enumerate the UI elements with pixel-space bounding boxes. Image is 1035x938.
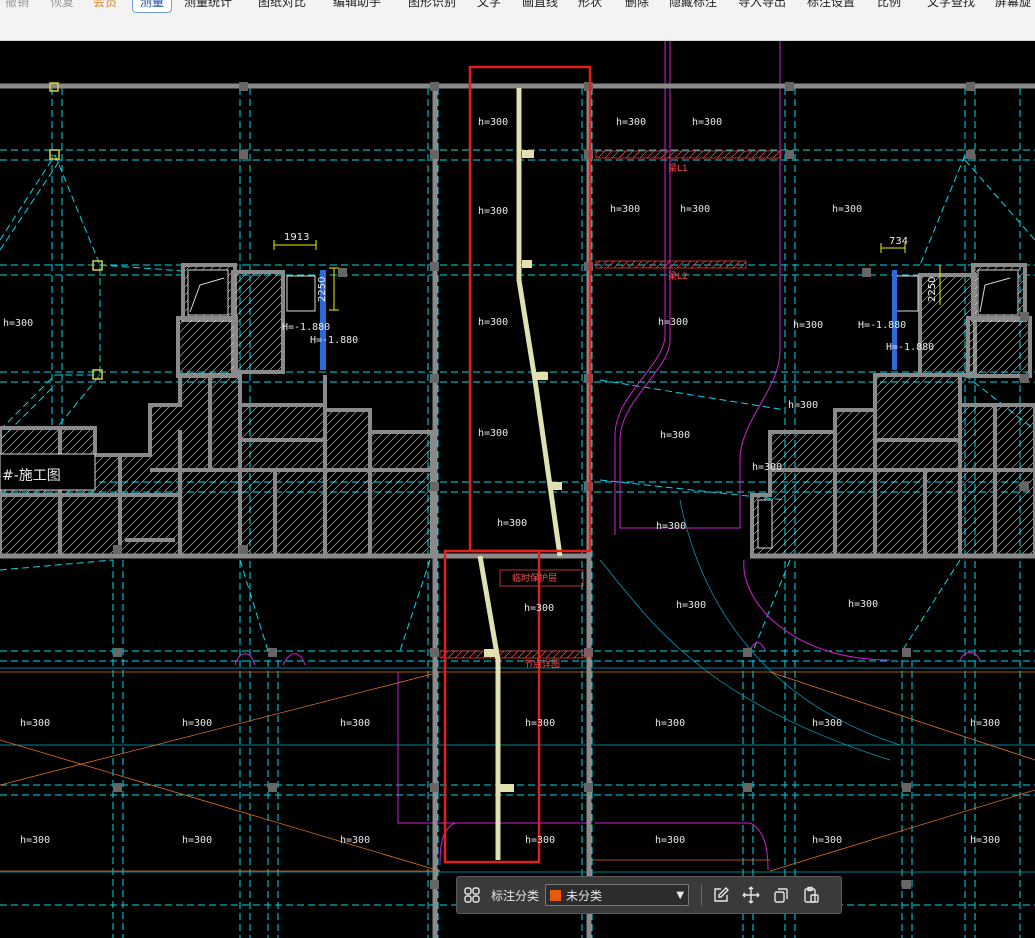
toolbar-item-5[interactable]: 图纸对比 — [258, 0, 306, 12]
toolbar-item-2[interactable]: 会员 — [93, 0, 117, 12]
room-label: h=300 — [182, 718, 212, 729]
room-label: h=300 — [660, 430, 690, 441]
room-label: h=300 — [478, 117, 508, 128]
orange-guide-lines — [0, 671, 1035, 872]
room-label: h=300 — [525, 835, 555, 846]
room-label: h=300 — [970, 835, 1000, 846]
grid-icon[interactable] — [457, 880, 487, 910]
room-label: h=300 — [616, 117, 646, 128]
sloped-boundary-line — [477, 88, 563, 860]
toolbar-item-12[interactable]: 隐藏标注 — [669, 0, 717, 12]
room-label: h=300 — [793, 320, 823, 331]
highlight-box-lower[interactable] — [443, 549, 541, 864]
room-label: h=300 — [692, 117, 722, 128]
toolbar-item-14[interactable]: 标注设置 — [807, 0, 855, 12]
elevation-left-1: H=-1.880 — [282, 322, 330, 333]
toolbar-item-3[interactable]: 测量 — [132, 0, 173, 13]
room-label: h=300 — [832, 204, 862, 215]
elevation-left-2: H=-1.880 — [310, 335, 358, 346]
room-label: h=300 — [658, 317, 688, 328]
room-label: h=300 — [655, 835, 685, 846]
category-select-value: 未分类 — [566, 888, 603, 903]
room-label: h=300 — [676, 600, 706, 611]
room-label: h=300 — [812, 835, 842, 846]
toolbar-item-4[interactable]: 测量统计 — [184, 0, 232, 12]
toolbar-item-8[interactable]: 文字 — [477, 0, 501, 12]
room-label: h=300 — [182, 835, 212, 846]
room-label: h=300 — [656, 521, 686, 532]
toolbar-item-9[interactable]: 画直线 — [522, 0, 558, 12]
elevation-right-2: H=-1.880 — [886, 342, 934, 353]
elevation-right-1: H=-1.880 — [858, 320, 906, 331]
highlight-box-upper[interactable] — [468, 65, 592, 553]
dim-1913: 1913 — [284, 232, 309, 243]
room-label: h=300 — [970, 718, 1000, 729]
top-toolbar: 撤销 恢复 会员 测量 测量统计 图纸对比 编辑助手 图形识别 文字 画直线 形状 删除 隐藏标注 导入导… — [0, 0, 1035, 41]
toolbar-item-7[interactable]: 图形识别 — [408, 0, 456, 12]
dim-734: 734 — [889, 236, 908, 247]
toolbar-item-16[interactable]: 文字查找 — [927, 0, 975, 12]
room-label: h=300 — [610, 204, 640, 215]
room-label: h=300 — [680, 204, 710, 215]
copy-icon[interactable] — [766, 880, 796, 910]
left-building-block — [0, 263, 434, 558]
yellow-column-markers — [49, 82, 103, 380]
room-label: h=300 — [788, 400, 818, 411]
move-icon[interactable] — [736, 880, 766, 910]
room-label: h=300 — [525, 718, 555, 729]
room-label: h=300 — [478, 206, 508, 217]
edit-icon[interactable] — [706, 880, 736, 910]
toolbar-item-6[interactable]: 编辑助手 — [333, 0, 381, 12]
toolbar-item-15[interactable]: 比例 — [877, 0, 901, 12]
beam-strips — [439, 150, 782, 659]
room-label: h=300 — [340, 718, 370, 729]
toolbar-item-17[interactable]: 屏幕旋 — [995, 0, 1031, 12]
room-label: h=300 — [497, 518, 527, 529]
category-select[interactable]: 未分类 ▼ — [545, 884, 690, 906]
room-label: h=300 — [340, 835, 370, 846]
beam-tag-2: 梁L2 — [668, 270, 688, 282]
room-label: h=300 — [848, 599, 878, 610]
chevron-down-icon: ▼ — [676, 889, 685, 901]
toolbar-item-1[interactable]: 恢复 — [50, 0, 74, 12]
note-2: 节点详图 — [524, 658, 560, 670]
room-label: h=300 — [812, 718, 842, 729]
toolbar-item-13[interactable]: 导入导出 — [738, 0, 786, 12]
room-label: h=300 — [478, 317, 508, 328]
paste-icon[interactable] — [796, 880, 826, 910]
category-label: 标注分类 — [491, 888, 540, 903]
room-label: h=300 — [478, 428, 508, 439]
room-label: h=300 — [752, 462, 782, 473]
room-label: h=300 — [655, 718, 685, 729]
dim-2250-left: 2250 — [317, 277, 328, 302]
cad-drawing-canvas[interactable]: h=300 h=300 h=300 h=300 h=300 h=300 h=300 h=300… — [0, 41, 1035, 938]
room-label: h=300 — [524, 603, 554, 614]
beam-tag-1: 梁L1 — [668, 162, 688, 174]
dim-2250-right: 2250 — [927, 277, 938, 302]
toolbar-item-0[interactable]: 撤销 — [5, 0, 29, 12]
annotation-toolbar: 标注分类 未分类 ▼ — [456, 876, 842, 914]
plan-title: #-施工图 — [2, 468, 61, 484]
category-color-swatch — [550, 889, 562, 901]
room-label: h=300 — [3, 318, 33, 329]
room-label: h=300 — [20, 835, 50, 846]
note-1: 临时保护层 — [512, 572, 557, 584]
toolbar-item-10[interactable]: 形状 — [578, 0, 602, 12]
divider — [701, 884, 703, 906]
room-label: h=300 — [20, 718, 50, 729]
toolbar-item-11[interactable]: 删除 — [625, 0, 649, 12]
